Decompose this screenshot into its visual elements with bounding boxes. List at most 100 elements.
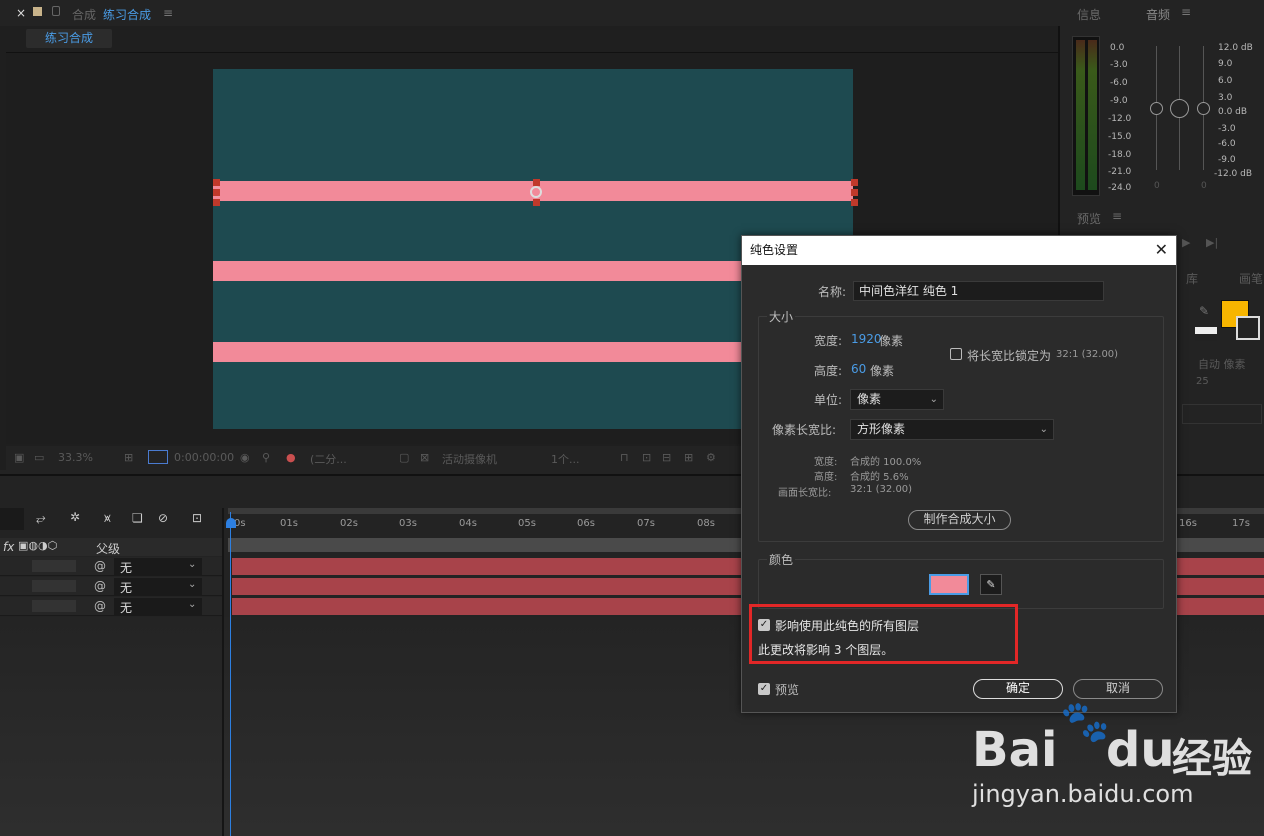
dropdown-field[interactable] <box>1182 404 1262 424</box>
camera-select[interactable]: 活动摄像机 <box>442 451 497 467</box>
pixel-aspect-select[interactable]: 方形像素 ⌄ <box>850 419 1054 440</box>
cancel-button[interactable]: 取消 <box>1073 679 1163 699</box>
region-icon[interactable] <box>148 450 168 464</box>
transform-handle[interactable] <box>533 179 540 186</box>
toggle-icon[interactable]: ▣ <box>14 451 24 464</box>
layer-row[interactable]: @ 无 ⌄ <box>0 597 224 616</box>
pickwhip-icon[interactable]: @ <box>94 599 106 613</box>
panel-menu-icon[interactable]: ≡ <box>1181 5 1191 19</box>
close-icon[interactable]: ✕ <box>1155 240 1168 259</box>
playhead-line[interactable] <box>230 512 231 836</box>
resolution-select[interactable]: (二分... <box>310 451 347 467</box>
graph-icon[interactable]: ⊘ <box>158 511 168 525</box>
play-icon[interactable]: ▶ <box>1182 236 1190 249</box>
lock-aspect-ratio: 32:1 (32.00) <box>1056 349 1119 360</box>
tab-library[interactable]: 库 <box>1186 270 1198 287</box>
layer-header: fx ▣◍◑⬡ 父级 <box>0 538 224 556</box>
transform-handle[interactable] <box>213 199 220 206</box>
layer-row[interactable]: @ 无 ⌄ <box>0 577 224 596</box>
paw-icon: 🐾 <box>1060 699 1110 745</box>
info-frame-value: 32:1 (32.00) <box>850 484 913 495</box>
new-solid-icon[interactable]: ✲ <box>70 510 80 524</box>
color-swatch[interactable] <box>929 574 969 595</box>
info-width-value: 合成的 100.0% <box>850 457 922 468</box>
timecode[interactable]: 0:00:00:00 <box>174 451 234 464</box>
lock-icon[interactable] <box>52 6 60 16</box>
mask-icon[interactable]: ⊡ <box>192 511 202 525</box>
parent-select[interactable]: 无 ⌄ <box>114 598 202 615</box>
playhead-icon[interactable] <box>226 518 236 528</box>
meter-left <box>1076 40 1085 190</box>
eyedropper-icon[interactable]: ✎ <box>980 574 1002 595</box>
layer-switches[interactable] <box>32 580 76 592</box>
roi-icon[interactable]: ▢ <box>399 451 409 464</box>
transform-handle[interactable] <box>213 179 220 186</box>
dialog-title: 纯色设置 <box>742 236 1176 265</box>
channel-icon[interactable]: ● <box>286 451 296 464</box>
height-value[interactable]: 60 <box>851 362 866 376</box>
eyedropper-icon[interactable]: ✎ <box>1199 304 1209 318</box>
parent-select[interactable]: 无 ⌄ <box>114 558 202 575</box>
layer-switches[interactable] <box>32 560 76 572</box>
timeline-search[interactable] <box>0 508 24 530</box>
transform-handle[interactable] <box>213 189 220 196</box>
db-label: 0.0 dB <box>1218 107 1248 117</box>
tab-info[interactable]: 信息 <box>1077 6 1101 23</box>
lock-aspect-checkbox[interactable] <box>950 348 962 360</box>
make-comp-size-button[interactable]: 制作合成大小 <box>908 510 1011 530</box>
toolbar-icon[interactable]: ⊟ <box>662 451 671 464</box>
panel-menu-icon[interactable]: ≡ <box>163 6 173 20</box>
toolbar-icon[interactable]: ⊡ <box>642 451 651 464</box>
default-colors-icon[interactable] <box>1195 327 1217 341</box>
snapshot-icon[interactable]: ⚲ <box>262 451 270 464</box>
stroke-color-swatch[interactable] <box>1236 316 1260 340</box>
height-label: 高度: <box>814 364 843 378</box>
ok-button[interactable]: 确定 <box>973 679 1063 699</box>
shy-icon[interactable]: ⥂ <box>36 511 46 526</box>
tracking-value[interactable]: 25 <box>1196 376 1209 387</box>
units-select[interactable]: 像素 ⌄ <box>850 389 944 410</box>
anchor-point-icon[interactable] <box>530 186 542 198</box>
views-select[interactable]: 1个... <box>551 451 580 467</box>
slider-knob[interactable] <box>1150 102 1163 115</box>
pickwhip-icon[interactable]: @ <box>94 579 106 593</box>
next-frame-icon[interactable]: ▶| <box>1206 236 1218 249</box>
panel-menu-icon[interactable]: ≡ <box>1112 209 1122 223</box>
slider-knob[interactable] <box>1197 102 1210 115</box>
layer-row[interactable]: @ 无 ⌄ <box>0 557 224 576</box>
gear-icon[interactable]: ⚙ <box>706 451 716 464</box>
frame-blend-icon[interactable]: ❏ <box>132 511 143 525</box>
slider-knob[interactable] <box>1170 99 1189 118</box>
close-tab-icon[interactable]: × <box>16 6 26 20</box>
db-label: -9.0 <box>1218 155 1236 165</box>
tab-comp-name[interactable]: 练习合成 <box>103 6 151 23</box>
preview-checkbox[interactable]: ✓ <box>758 683 770 695</box>
toolbar-icon[interactable]: ⊞ <box>684 451 693 464</box>
monitor-icon[interactable]: ▭ <box>34 451 44 464</box>
transform-handle[interactable] <box>851 189 858 196</box>
camera-icon[interactable]: ◉ <box>240 451 250 464</box>
zoom-select[interactable]: 33.3% <box>58 451 93 464</box>
info-height-label: 高度: <box>814 472 838 483</box>
parent-value: 无 <box>120 561 133 575</box>
transform-handle[interactable] <box>851 179 858 186</box>
tab-audio[interactable]: 音频 <box>1146 6 1170 23</box>
pickwhip-icon[interactable]: @ <box>94 559 106 573</box>
db-label: -3.0 <box>1218 124 1236 134</box>
transparency-icon[interactable]: ⊠ <box>420 451 429 464</box>
motion-blur-icon[interactable]: ⩙ <box>104 511 111 526</box>
parent-select[interactable]: 无 ⌄ <box>114 578 202 595</box>
comp-subtab[interactable]: 练习合成 <box>26 29 112 48</box>
preview-label: 预览 <box>775 683 800 697</box>
auto-leading[interactable]: 自动 像素 <box>1198 356 1246 372</box>
toolbar-icon[interactable]: ⊓ <box>620 451 629 464</box>
transform-handle[interactable] <box>851 199 858 206</box>
tab-brush[interactable]: 画笔 <box>1239 270 1263 287</box>
transform-handle[interactable] <box>533 199 540 206</box>
name-field[interactable]: 中间色洋红 纯色 1 <box>853 281 1104 301</box>
width-value[interactable]: 1920 <box>851 332 882 346</box>
grid-icon[interactable]: ⊞ <box>124 451 133 464</box>
comp-color-label-icon <box>33 7 42 16</box>
layer-switches[interactable] <box>32 600 76 612</box>
db-label: -21.0 <box>1108 167 1132 177</box>
